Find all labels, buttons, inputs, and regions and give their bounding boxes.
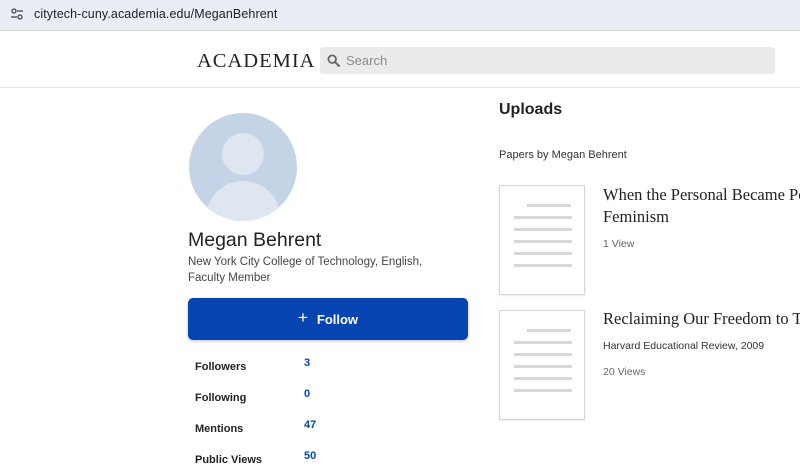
stat-value-link[interactable]: 47 <box>304 419 316 431</box>
follow-button-label: Follow <box>316 311 359 327</box>
stat-following: Following 0 <box>195 388 395 408</box>
plus-icon: + <box>297 308 308 327</box>
avatar <box>189 113 297 221</box>
stat-public-views: Public Views 50 <box>195 450 395 467</box>
thumbnail-line <box>514 228 572 231</box>
site-info-icon[interactable] <box>10 7 24 21</box>
site-header: ACADEMIA <box>0 30 800 88</box>
thumbnail-line <box>514 389 572 392</box>
academia-logo[interactable]: ACADEMIA <box>197 50 315 73</box>
search-input[interactable] <box>346 47 766 74</box>
browser-address-bar: citytech-cuny.academia.edu/MeganBehrent <box>0 0 800 30</box>
thumbnail-line <box>514 353 572 356</box>
paper-title-link[interactable]: Feminism <box>603 206 669 228</box>
search-icon <box>327 54 340 67</box>
follow-button[interactable]: + Follow <box>188 298 468 340</box>
paper-title-link[interactable]: When the Personal Became Po <box>603 184 800 206</box>
papers-section-label: Papers by Megan Behrent <box>499 149 627 161</box>
thumbnail-line <box>527 329 571 332</box>
stat-value-link[interactable]: 0 <box>304 388 310 400</box>
paper-views: 20 Views <box>603 366 646 378</box>
url-text[interactable]: citytech-cuny.academia.edu/MeganBehrent <box>34 7 277 21</box>
thumbnail-line <box>514 341 572 344</box>
thumbnail-line <box>514 216 572 219</box>
stat-label: Following <box>195 392 247 404</box>
thumbnail-line <box>514 264 572 267</box>
uploads-heading: Uploads <box>499 101 563 118</box>
paper-thumbnail[interactable] <box>499 185 585 295</box>
profile-name: Megan Behrent <box>188 229 322 251</box>
thumbnail-line <box>514 377 572 380</box>
paper-views: 1 View <box>603 238 635 250</box>
stat-followers: Followers 3 <box>195 357 395 377</box>
search-box[interactable] <box>320 47 775 74</box>
paper-publication: Harvard Educational Review, 2009 <box>603 340 765 352</box>
avatar-body-shape <box>206 181 280 221</box>
thumbnail-line <box>514 365 572 368</box>
stat-label: Followers <box>195 361 247 373</box>
avatar-head-shape <box>222 133 264 175</box>
stat-value-link[interactable]: 50 <box>304 450 316 462</box>
paper-thumbnail[interactable] <box>499 310 585 420</box>
stat-mentions: Mentions 47 <box>195 419 395 439</box>
paper-title-link[interactable]: Reclaiming Our Freedom to T <box>603 308 800 330</box>
thumbnail-line <box>514 252 572 255</box>
thumbnail-line <box>527 204 571 207</box>
stat-label: Mentions <box>195 423 244 435</box>
profile-affiliation: New York City College of Technology, Eng… <box>188 256 423 284</box>
thumbnail-line <box>514 240 572 243</box>
stat-label: Public Views <box>195 454 263 466</box>
stat-value-link[interactable]: 3 <box>304 357 310 369</box>
